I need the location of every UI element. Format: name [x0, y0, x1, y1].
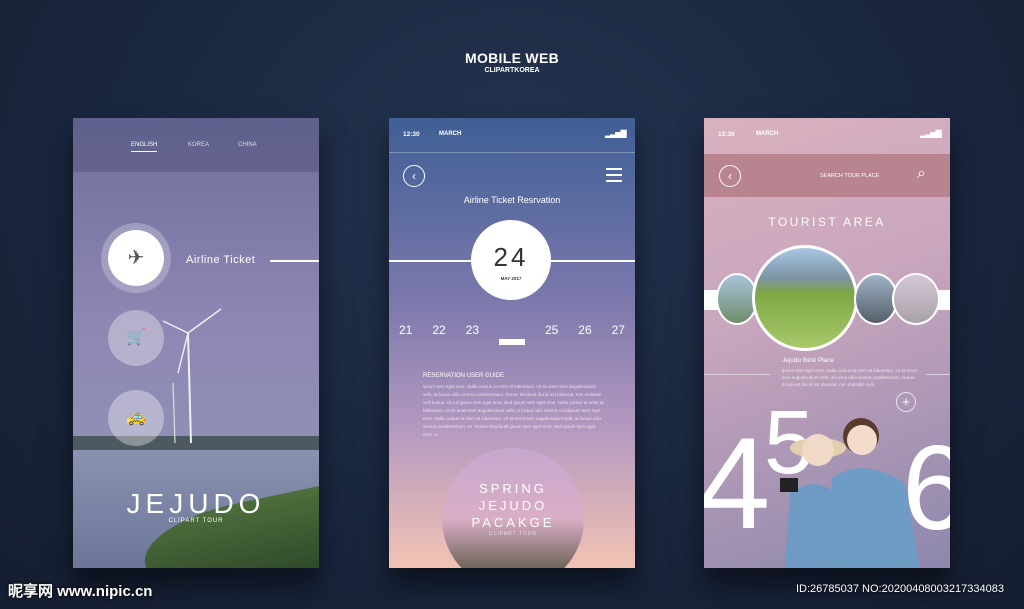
brand-name: JEJUDO [126, 488, 266, 519]
selected-day: 24 [493, 242, 529, 272]
status-time: 12:30 [718, 131, 735, 138]
page-title: MOBILE WEB [465, 50, 559, 66]
status-month: MARCH [439, 131, 462, 137]
spring-package-card[interactable]: SPRING JEJUDO PACAKGE CLIPART TOUR [442, 448, 584, 568]
date-23[interactable]: 23 [466, 323, 479, 345]
brand-sub: CLIPART TOUR [168, 518, 224, 524]
watermark-site: 昵享网 www.nipic.cn [8, 583, 153, 600]
screen-language-menu: ENGLISH KOREA CHINA ✈ Airline Ticket 🛒 🚕… [73, 118, 319, 568]
status-time: 12:30 [403, 131, 420, 138]
package-line-3: PACAKGE [471, 515, 555, 530]
package-line-2: JEJUDO [478, 498, 548, 513]
car-icon[interactable]: 🚕 [108, 390, 164, 446]
tourist-couple-photo [780, 418, 920, 568]
search-icon[interactable]: ⌕ [917, 165, 926, 183]
date-26[interactable]: 26 [578, 323, 591, 345]
back-icon[interactable]: ‹ [403, 165, 425, 187]
back-icon[interactable]: ‹ [719, 165, 741, 187]
selected-date[interactable]: 24 MAY 2017 [471, 220, 551, 300]
signal-icon: ▂▃▅▇ [920, 129, 942, 138]
package-sub: CLIPART TOUR [489, 531, 537, 537]
divider-right [926, 374, 950, 375]
search-input[interactable]: SEARCH TOUR PLACE [820, 173, 879, 179]
guide-title: RESERVATION USER GUIDE [423, 373, 505, 379]
date-22[interactable]: 22 [432, 323, 445, 345]
screen-tourist-area: 12:30 MARCH ▂▃▅▇ ‹ SEARCH TOUR PLACE ⌕ T… [704, 118, 950, 568]
big-number-4: 4 [704, 410, 771, 556]
divider-left [704, 374, 770, 375]
hamburger-icon[interactable] [606, 168, 622, 182]
section-title: TOURIST AREA [768, 215, 886, 229]
screen-reservation: 12:30 MARCH ▂▃▅▇ ‹ Airline Ticket Resrva… [389, 118, 635, 568]
status-month: MARCH [756, 131, 779, 137]
watermark-id: ID:26785037 NO:20200408003217334083 [796, 583, 1004, 595]
selected-month-year: MAY 2017 [500, 276, 522, 281]
guide-text: ipsum sem eget eros. Nulla cursus at eni… [423, 384, 604, 437]
date-21[interactable]: 21 [399, 323, 412, 345]
airplane-icon[interactable]: ✈ [108, 230, 164, 286]
place-thumb-featured[interactable] [752, 245, 858, 351]
date-27[interactable]: 27 [612, 323, 625, 345]
place-text: ipsum sem eget eros. Nulla cursus at eni… [782, 368, 918, 387]
signal-icon: ▂▃▅▇ [605, 129, 627, 138]
lang-china[interactable]: CHINA [238, 142, 257, 148]
date-row: 21 22 23 25 26 27 [389, 323, 635, 345]
package-line-1: SPRING [479, 481, 547, 496]
divider [389, 152, 635, 153]
page-subtitle: CLIPARTKOREA [484, 67, 540, 74]
cart-icon[interactable]: 🛒 [108, 310, 164, 366]
lang-korea[interactable]: KOREA [188, 142, 209, 148]
menu-airline-ticket[interactable]: Airline Ticket [186, 254, 255, 266]
place-title: Jejudo Best Place [782, 357, 835, 364]
lang-english[interactable]: ENGLISH [131, 142, 158, 152]
date-25[interactable]: 25 [545, 323, 558, 345]
menu-indicator-line [270, 260, 319, 262]
place-thumb-blossom[interactable] [892, 273, 940, 325]
date-24-marker[interactable] [498, 339, 525, 345]
screen-title: Airline Ticket Resrvation [463, 195, 561, 205]
